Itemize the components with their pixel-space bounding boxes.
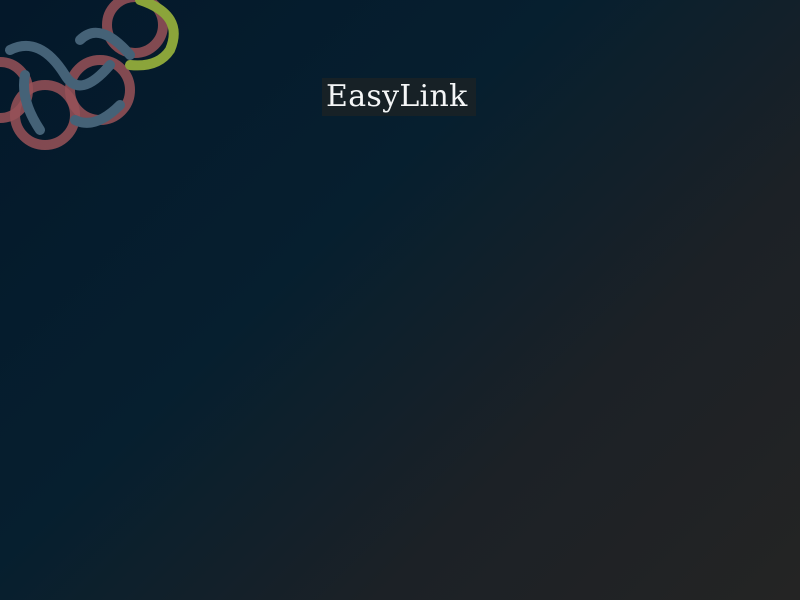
- app-title: EasyLink: [326, 79, 468, 114]
- celtic-knot-icon: [0, 0, 179, 150]
- app-title-chip: EasyLink: [322, 78, 476, 116]
- splash-screen: EasyLink: [0, 0, 800, 600]
